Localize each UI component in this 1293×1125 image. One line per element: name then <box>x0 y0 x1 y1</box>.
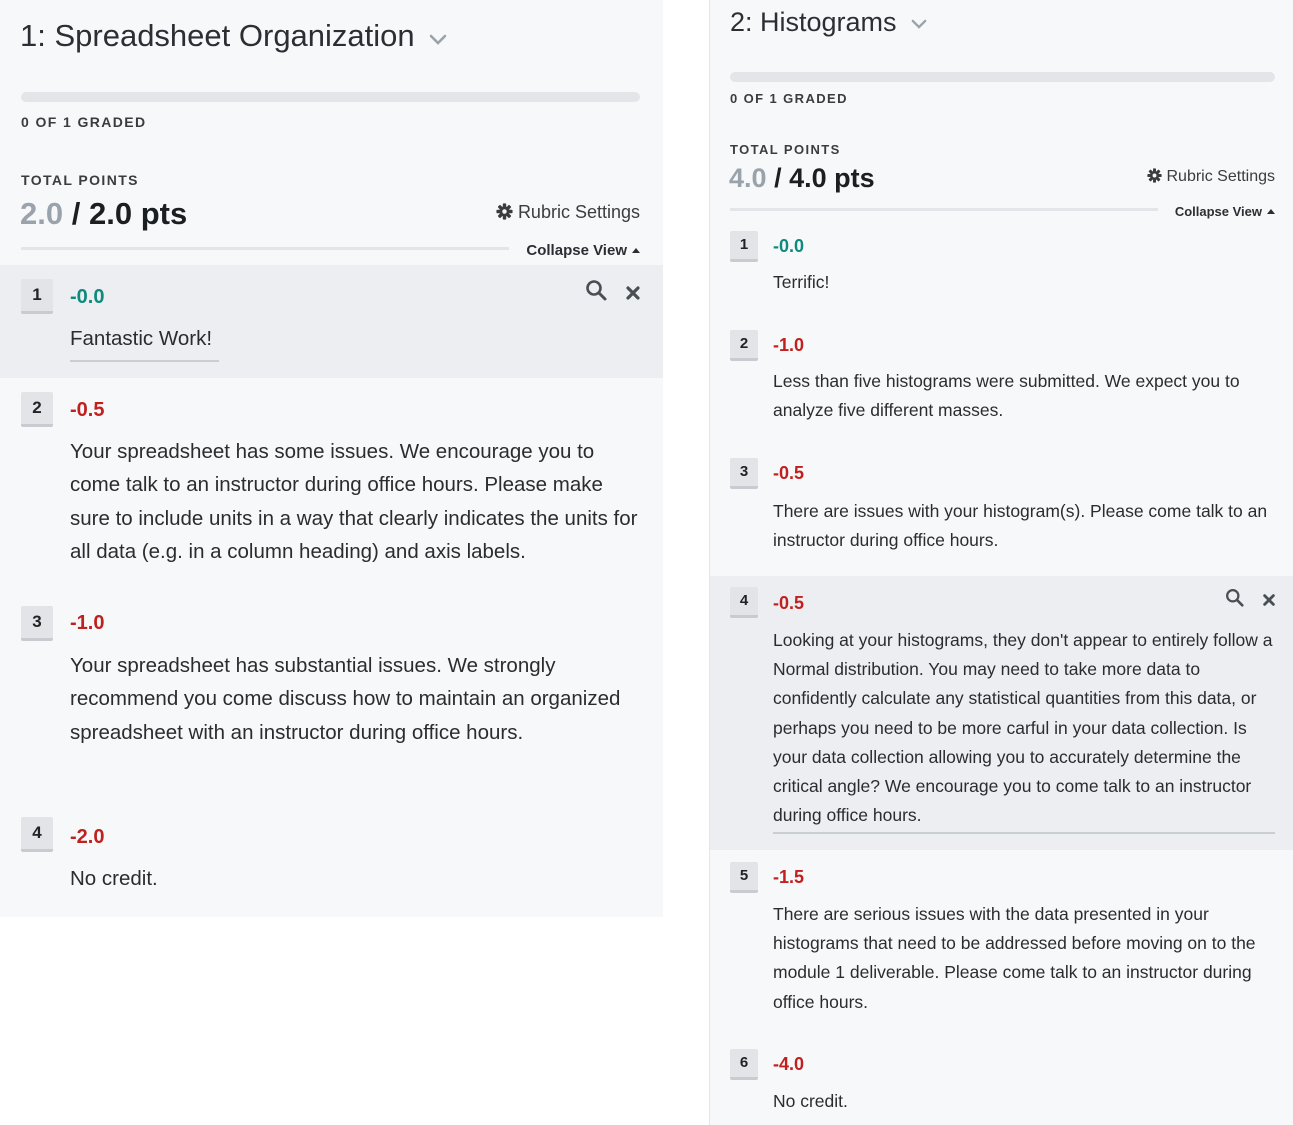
rubric-item-key: 5 <box>730 862 758 893</box>
total-points-label: TOTAL POINTS <box>21 172 139 188</box>
collapse-view-button[interactable]: Collapse View <box>1175 204 1275 219</box>
points-awarded: 4.0 <box>729 163 767 193</box>
rubric-item-description: Looking at your histograms, they don't a… <box>773 630 1273 826</box>
rubric-item-points: -1.0 <box>70 612 105 634</box>
rubric-item-key: 2 <box>730 330 758 361</box>
collapse-view-label: Collapse View <box>526 242 627 259</box>
rubric-item-points: -1.0 <box>773 335 805 355</box>
question-1-panel: 1: Spreadsheet Organization 0 OF 1 GRADE… <box>0 0 663 917</box>
rubric-item-2[interactable]: 2 -1.0 Less than five histograms were su… <box>710 322 1293 450</box>
rubric-item-points: -0.0 <box>70 286 105 308</box>
points-possible: 2.0 pts <box>88 196 188 231</box>
question-2-title[interactable]: 2: Histograms <box>730 7 927 39</box>
rubric-item-points: -1.5 <box>773 867 805 887</box>
close-icon[interactable] <box>1262 593 1276 612</box>
rubric-item-description: Your spreadsheet has some issues. We enc… <box>70 440 638 563</box>
rubric-item-key: 1 <box>730 231 758 262</box>
rubric-item-points: -0.5 <box>773 593 805 613</box>
points-separator: / <box>774 163 782 193</box>
rubric-item-points: -0.0 <box>773 236 805 256</box>
rubric-item-key: 3 <box>21 606 53 641</box>
chevron-down-icon[interactable] <box>911 5 927 36</box>
rubric-item-key: 3 <box>730 458 758 489</box>
rubric-item-1[interactable]: 1 -0.0 Terrific! <box>710 222 1293 322</box>
rubric-item-actions <box>1211 588 1276 612</box>
rubric-item-key: 2 <box>21 392 53 427</box>
question-title-text: 2: Histograms <box>730 7 897 37</box>
rubric-item-points: -0.5 <box>773 463 805 483</box>
rubric-item-key: 4 <box>730 587 758 618</box>
points-possible: 4.0 pts <box>789 163 875 193</box>
chevron-down-icon[interactable] <box>429 17 447 53</box>
rubric-item-description: There are serious issues with the data p… <box>773 904 1256 1012</box>
rubric-item-points: -0.5 <box>70 399 105 421</box>
rubric-settings-button[interactable]: Rubric Settings <box>496 202 640 223</box>
question-1-title[interactable]: 1: Spreadsheet Organization <box>20 18 447 56</box>
collapse-view-label: Collapse View <box>1174 204 1262 219</box>
search-icon[interactable] <box>585 279 607 306</box>
rubric-item-points: -4.0 <box>773 1054 805 1074</box>
total-points-value: 2.0 / 2.0 pts <box>20 196 187 232</box>
grading-progress-bar <box>730 72 1275 82</box>
total-points-label: TOTAL POINTS <box>730 142 841 157</box>
rubric-item-3[interactable]: 3 -0.5 There are issues with your histog… <box>710 450 1293 576</box>
collapse-view-button[interactable]: Collapse View <box>526 242 640 259</box>
points-separator: / <box>71 196 81 231</box>
close-icon[interactable] <box>625 285 641 306</box>
rubric-item-3[interactable]: 3 -1.0 Your spreadsheet has substantial … <box>0 593 663 807</box>
rubric-settings-label: Rubric Settings <box>1166 168 1276 185</box>
rubric-item-4[interactable]: 4 -2.0 No credit. <box>0 807 663 907</box>
points-awarded: 2.0 <box>20 196 64 231</box>
rubric-item-key: 6 <box>730 1049 758 1080</box>
gear-icon <box>1146 168 1167 185</box>
rubric-item-description: Fantastic Work! <box>70 327 213 350</box>
caret-up-icon <box>632 248 640 253</box>
header-divider <box>730 208 1158 211</box>
graded-count: 0 OF 1 GRADED <box>730 91 848 106</box>
rubric-item-actions <box>571 279 641 306</box>
graded-count: 0 OF 1 GRADED <box>21 114 147 130</box>
rubric-item-description: No credit. <box>70 867 158 890</box>
question-title-text: 1: Spreadsheet Organization <box>20 18 415 53</box>
rubric-item-1[interactable]: 1 -0.0 Fantastic Work! <box>0 265 663 378</box>
rubric-item-key: 4 <box>21 817 53 852</box>
rubric-item-6[interactable]: 6 -4.0 No credit. <box>710 1038 1293 1125</box>
gear-icon <box>496 202 518 222</box>
total-points-value: 4.0 / 4.0 pts <box>729 163 875 194</box>
rubric-settings-label: Rubric Settings <box>517 202 640 222</box>
header-divider <box>21 247 509 250</box>
grading-progress-bar <box>21 92 640 102</box>
description-underline <box>773 832 1275 834</box>
rubric-item-description: No credit. <box>773 1091 848 1111</box>
rubric-item-5[interactable]: 5 -1.5 There are serious issues with the… <box>710 850 1293 1038</box>
rubric-settings-button[interactable]: Rubric Settings <box>1146 168 1276 186</box>
rubric-item-4[interactable]: 4 -0.5 Looking at your histograms, they … <box>710 576 1293 850</box>
rubric-item-points: -2.0 <box>70 826 105 848</box>
description-underline <box>70 360 219 362</box>
search-icon[interactable] <box>1225 588 1244 612</box>
rubric-item-description: Your spreadsheet has substantial issues.… <box>70 654 621 744</box>
rubric-item-key: 1 <box>21 279 53 314</box>
rubric-item-description: Terrific! <box>773 272 830 292</box>
rubric-item-2[interactable]: 2 -0.5 Your spreadsheet has some issues.… <box>0 378 663 593</box>
rubric-item-description: Less than five histograms were submitted… <box>773 371 1240 421</box>
question-2-panel: 2: Histograms 0 OF 1 GRADED TOTAL POINTS… <box>709 0 1293 1125</box>
caret-up-icon <box>1267 209 1275 214</box>
rubric-item-description: There are issues with your histogram(s).… <box>773 501 1268 551</box>
